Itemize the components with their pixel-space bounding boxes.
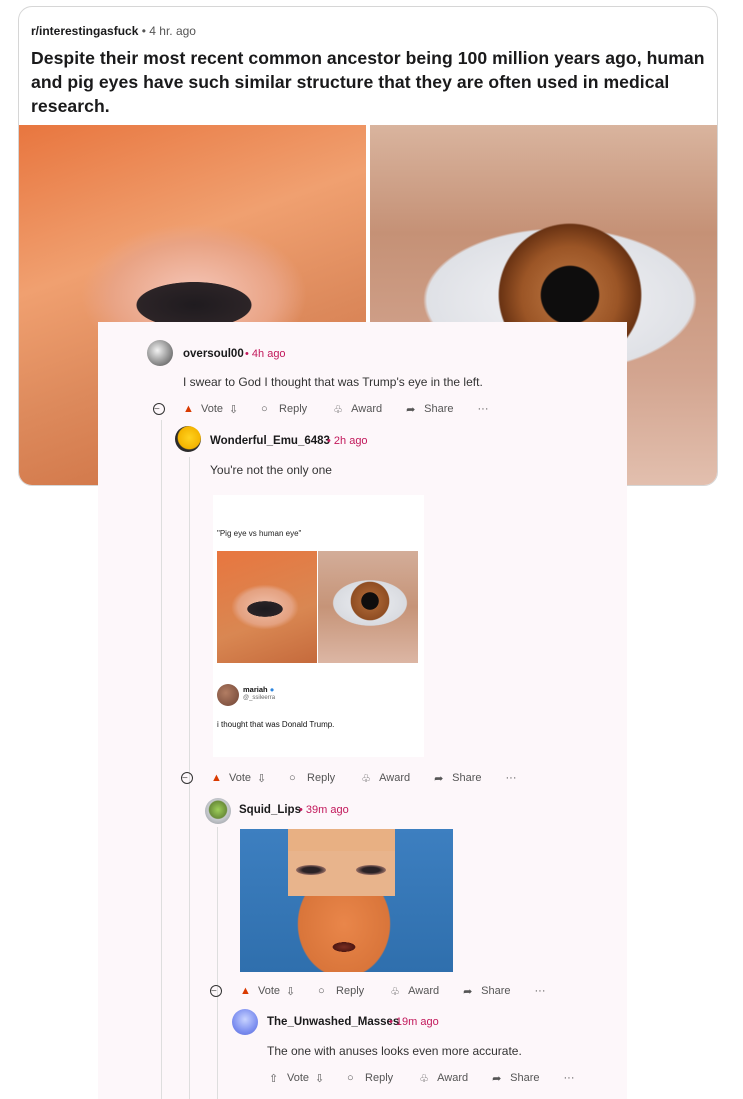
- comment-time: • 39m ago: [299, 804, 349, 816]
- tweet-human-eye-photo: [318, 551, 418, 663]
- reply-button[interactable]: Reply: [336, 985, 364, 997]
- comment-image[interactable]: [240, 829, 453, 972]
- comment-text: You're not the only one: [210, 463, 332, 477]
- award-icon[interactable]: ♧: [419, 1072, 433, 1085]
- downvote-icon[interactable]: ⇩: [257, 772, 271, 785]
- share-button[interactable]: Share: [510, 1072, 539, 1084]
- comment-time: • 4h ago: [245, 348, 286, 360]
- reply-icon[interactable]: ○: [289, 772, 303, 784]
- tweet-name: mariah ●: [243, 685, 275, 694]
- comment-username[interactable]: oversoul00: [183, 348, 244, 360]
- reply-button[interactable]: Reply: [279, 403, 307, 415]
- tweet-avatar: [217, 684, 239, 706]
- post-age: 4 hr. ago: [149, 24, 196, 38]
- collapse-icon[interactable]: −: [181, 772, 193, 784]
- award-icon[interactable]: ♧: [333, 403, 347, 416]
- post-meta: r/interestingasfuck • 4 hr. ago: [31, 24, 705, 38]
- comment-username[interactable]: The_Unwashed_Masses: [267, 1016, 399, 1028]
- comment-time: • 2h ago: [327, 435, 368, 447]
- avatar[interactable]: [175, 426, 201, 452]
- comments-screenshot: oversoul00 • 4h ago I swear to God I tho…: [98, 322, 627, 1099]
- share-icon[interactable]: ➦: [406, 403, 420, 416]
- share-button[interactable]: Share: [481, 985, 510, 997]
- post-header: r/interestingasfuck • 4 hr. ago Despite …: [19, 7, 717, 118]
- tweet-pig-eye-photo: [217, 551, 317, 663]
- downvote-icon[interactable]: ⇩: [315, 1072, 329, 1085]
- more-options-button[interactable]: ···: [478, 403, 489, 415]
- pasted-eyes: [288, 851, 395, 896]
- upvote-icon[interactable]: ▲: [240, 985, 254, 997]
- upvote-icon[interactable]: ▲: [211, 772, 225, 784]
- vote-label: Vote: [229, 772, 252, 784]
- vote-label: Vote: [201, 403, 224, 415]
- comment-username[interactable]: Wonderful_Emu_6483: [210, 435, 330, 447]
- award-button[interactable]: Award: [379, 772, 410, 784]
- tweet-caption: "Pig eye vs human eye": [217, 529, 302, 538]
- award-icon[interactable]: ♧: [390, 985, 404, 998]
- more-options-button[interactable]: ···: [564, 1072, 575, 1084]
- upvote-icon[interactable]: ⇧: [269, 1072, 283, 1085]
- embedded-tweet-image[interactable]: "Pig eye vs human eye" mariah ● @_ssilee…: [213, 495, 424, 757]
- reply-icon[interactable]: ○: [261, 403, 275, 415]
- reply-button[interactable]: Reply: [365, 1072, 393, 1084]
- award-button[interactable]: Award: [351, 403, 382, 415]
- comment-time: • 19m ago: [389, 1016, 439, 1028]
- comment-text: I swear to God I thought that was Trump'…: [183, 375, 483, 389]
- downvote-icon[interactable]: ⇩: [286, 985, 300, 998]
- share-button[interactable]: Share: [424, 403, 453, 415]
- thread-line[interactable]: [217, 827, 218, 1099]
- collapse-icon[interactable]: −: [210, 985, 222, 997]
- collapse-icon[interactable]: −: [153, 403, 165, 415]
- comment-actions: − ▲ Vote ⇩ ○ Reply ♧ Award ➦ Share ···: [181, 770, 517, 786]
- more-options-button[interactable]: ···: [535, 985, 546, 997]
- award-button[interactable]: Award: [437, 1072, 468, 1084]
- share-button[interactable]: Share: [452, 772, 481, 784]
- share-icon[interactable]: ➦: [492, 1072, 506, 1085]
- share-icon[interactable]: ➦: [434, 772, 448, 785]
- avatar[interactable]: [147, 340, 173, 366]
- comment-text: The one with anuses looks even more accu…: [267, 1044, 522, 1058]
- reply-icon[interactable]: ○: [318, 985, 332, 997]
- comment-username[interactable]: Squid_Lips: [239, 804, 301, 816]
- avatar[interactable]: [205, 798, 231, 824]
- upvote-icon[interactable]: ▲: [183, 403, 197, 415]
- reply-icon[interactable]: ○: [347, 1072, 361, 1084]
- eye-right: [356, 865, 386, 875]
- vote-label: Vote: [287, 1072, 310, 1084]
- downvote-icon[interactable]: ⇩: [229, 403, 243, 416]
- comment-actions: ⇧ Vote ⇩ ○ Reply ♧ Award ➦ Share ···: [269, 1070, 575, 1086]
- award-button[interactable]: Award: [408, 985, 439, 997]
- tweet-text: i thought that was Donald Trump.: [217, 720, 335, 729]
- meta-separator: •: [141, 24, 146, 38]
- more-options-button[interactable]: ···: [506, 772, 517, 784]
- share-icon[interactable]: ➦: [463, 985, 477, 998]
- tweet-handle: @_ssileerra: [243, 695, 276, 701]
- post-title[interactable]: Despite their most recent common ancesto…: [31, 46, 705, 118]
- comment-actions: − ▲ Vote ⇩ ○ Reply ♧ Award ➦ Share ···: [210, 983, 546, 999]
- comment-actions: − ▲ Vote ⇩ ○ Reply ♧ Award ➦ Share ···: [153, 401, 489, 417]
- award-icon[interactable]: ♧: [361, 772, 375, 785]
- reply-button[interactable]: Reply: [307, 772, 335, 784]
- vote-label: Vote: [258, 985, 281, 997]
- thread-line[interactable]: [161, 420, 162, 1099]
- eye-left: [296, 865, 326, 875]
- subreddit-link[interactable]: r/interestingasfuck: [31, 24, 138, 38]
- avatar[interactable]: [232, 1009, 258, 1035]
